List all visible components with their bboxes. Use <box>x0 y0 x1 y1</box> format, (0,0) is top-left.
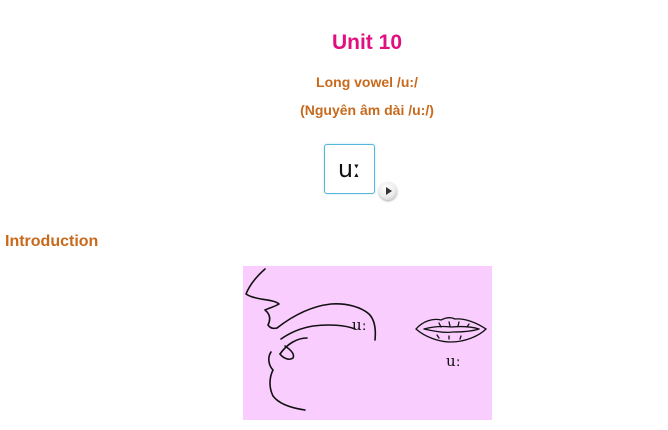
mouth-illustration: uː uː <box>243 266 492 420</box>
lesson-subtitle: Long vowel /u:/ <box>316 74 418 90</box>
phoneme-symbol: uː <box>337 155 362 183</box>
play-audio-button[interactable] <box>379 182 397 200</box>
lesson-subtitle-vietnamese: (Nguyên âm dài /u:/) <box>300 102 434 118</box>
mouth-sound-label: uː <box>352 316 367 334</box>
rounded-lips-drawing <box>415 316 487 343</box>
section-heading-introduction: Introduction <box>5 233 99 250</box>
page-title: Unit 10 <box>331 31 402 54</box>
face-profile-drawing <box>245 268 377 411</box>
lips-sound-label: uː <box>446 352 461 370</box>
phoneme-symbol-card[interactable]: uː <box>324 144 375 194</box>
